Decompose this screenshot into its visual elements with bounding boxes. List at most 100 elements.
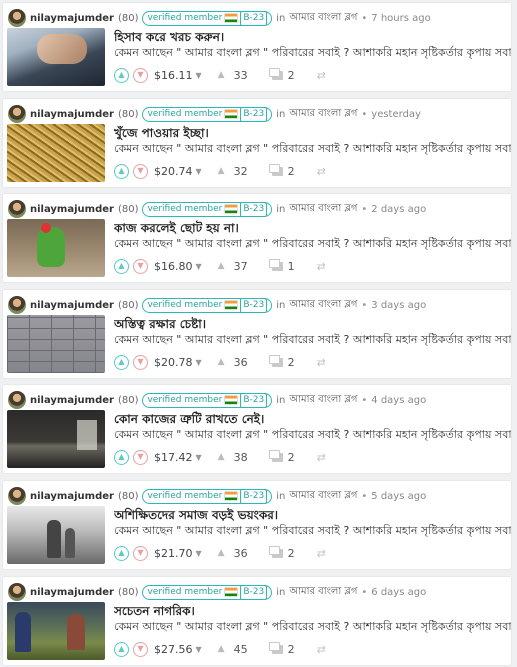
post-time[interactable]: 3 days ago <box>371 300 426 311</box>
post-snippet[interactable]: কেমন আছেন " আমার বাংলা ব্লগ " পরিবারের স… <box>114 426 511 445</box>
community-link[interactable]: আমার বাংলা ব্লগ <box>289 297 357 314</box>
community-link[interactable]: আমার বাংলা ব্লগ <box>289 201 357 218</box>
community-link[interactable]: আমার বাংলা ব্লগ <box>289 10 357 27</box>
payout-value[interactable]: $21.70 <box>154 547 193 560</box>
frog-toy-image[interactable] <box>7 219 105 277</box>
resteem-icon[interactable]: ⇄ <box>317 643 326 656</box>
avatar[interactable] <box>8 105 26 123</box>
chevron-down-icon[interactable]: ▼ <box>196 358 202 367</box>
chevron-down-icon[interactable]: ▼ <box>196 645 202 654</box>
vote-count[interactable]: 32 <box>234 165 248 178</box>
comment-count[interactable]: 2 <box>288 451 295 464</box>
payout-value[interactable]: $20.74 <box>154 165 193 178</box>
voters-chevron-up-icon[interactable]: ▲ <box>218 548 225 558</box>
post-time[interactable]: 4 days ago <box>371 395 426 406</box>
upvote-icon[interactable]: ▲ <box>114 354 129 370</box>
downvote-icon[interactable]: ▼ <box>133 258 148 274</box>
avatar[interactable] <box>8 9 26 27</box>
community-link[interactable]: আমার বাংলা ব্লগ <box>289 584 357 601</box>
post-snippet[interactable]: কেমন আছেন " আমার বাংলা ব্লগ " পরিবারের স… <box>114 331 511 350</box>
post-card[interactable]: nilaymajumder (80) verified member B-23 i… <box>3 481 511 569</box>
post-snippet[interactable]: কেমন আছেন " আমার বাংলা ব্লগ " পরিবারের স… <box>114 140 511 159</box>
resteem-icon[interactable]: ⇄ <box>317 451 326 464</box>
comments-icon[interactable] <box>268 67 283 80</box>
post-time[interactable]: yesterday <box>371 109 421 120</box>
payout-value[interactable]: $16.80 <box>154 260 193 273</box>
post-snippet[interactable]: কেমন আছেন " আমার বাংলা ব্লগ " পরিবারের স… <box>114 618 511 637</box>
author-link[interactable]: nilaymajumder <box>30 300 114 311</box>
vote-count[interactable]: 37 <box>234 260 248 273</box>
downvote-icon[interactable]: ▼ <box>133 545 148 561</box>
upvote-icon[interactable]: ▲ <box>114 545 129 561</box>
stone-wall-image[interactable] <box>7 315 105 373</box>
community-link[interactable]: আমার বাংলা ব্লগ <box>289 488 357 505</box>
comments-icon[interactable] <box>268 641 283 654</box>
post-card[interactable]: nilaymajumder (80) verified member B-23 i… <box>3 3 511 91</box>
vote-count[interactable]: 45 <box>234 643 248 656</box>
upvote-icon[interactable]: ▲ <box>114 67 129 83</box>
payout-value[interactable]: $16.11 <box>154 69 193 82</box>
avatar[interactable] <box>8 487 26 505</box>
laptop-hands-image[interactable] <box>7 28 105 86</box>
vote-count[interactable]: 38 <box>234 451 248 464</box>
avatar[interactable] <box>8 583 26 601</box>
resteem-icon[interactable]: ⇄ <box>317 547 326 560</box>
comments-icon[interactable] <box>268 258 283 271</box>
author-link[interactable]: nilaymajumder <box>30 587 114 598</box>
voters-chevron-up-icon[interactable]: ▲ <box>218 452 225 462</box>
vote-count[interactable]: 33 <box>234 69 248 82</box>
upvote-icon[interactable]: ▲ <box>114 641 129 657</box>
straw-haystack-image[interactable] <box>7 124 105 182</box>
chevron-down-icon[interactable]: ▼ <box>196 71 202 80</box>
upvote-icon[interactable]: ▲ <box>114 449 129 465</box>
comment-count[interactable]: 2 <box>288 165 295 178</box>
dark-room-image[interactable] <box>7 410 105 468</box>
voters-chevron-up-icon[interactable]: ▲ <box>218 357 225 367</box>
upvote-icon[interactable]: ▲ <box>114 163 129 179</box>
author-link[interactable]: nilaymajumder <box>30 13 114 24</box>
post-time[interactable]: 2 days ago <box>371 204 426 215</box>
voters-chevron-up-icon[interactable]: ▲ <box>218 70 225 80</box>
downvote-icon[interactable]: ▼ <box>133 67 148 83</box>
payout-value[interactable]: $17.42 <box>154 451 193 464</box>
chevron-down-icon[interactable]: ▼ <box>196 453 202 462</box>
people-walking-image[interactable] <box>7 506 105 564</box>
downvote-icon[interactable]: ▼ <box>133 449 148 465</box>
resteem-icon[interactable]: ⇄ <box>317 260 326 273</box>
author-link[interactable]: nilaymajumder <box>30 109 114 120</box>
post-snippet[interactable]: কেমন আছেন " আমার বাংলা ব্লগ " পরিবারের স… <box>114 235 511 254</box>
voters-chevron-up-icon[interactable]: ▲ <box>218 261 225 271</box>
post-snippet[interactable]: কেমন আছেন " আমার বাংলা ব্লগ " পরিবারের স… <box>114 522 511 541</box>
chevron-down-icon[interactable]: ▼ <box>196 262 202 271</box>
resteem-icon[interactable]: ⇄ <box>317 69 326 82</box>
community-link[interactable]: আমার বাংলা ব্লগ <box>289 392 357 409</box>
post-snippet[interactable]: কেমন আছেন " আমার বাংলা ব্লগ " পরিবারের স… <box>114 44 511 63</box>
resteem-icon[interactable]: ⇄ <box>317 165 326 178</box>
post-card[interactable]: nilaymajumder (80) verified member B-23 i… <box>3 577 511 665</box>
comments-icon[interactable] <box>268 449 283 462</box>
author-link[interactable]: nilaymajumder <box>30 395 114 406</box>
author-link[interactable]: nilaymajumder <box>30 491 114 502</box>
comments-icon[interactable] <box>268 163 283 176</box>
vote-count[interactable]: 36 <box>234 547 248 560</box>
comment-count[interactable]: 2 <box>288 69 295 82</box>
comment-count[interactable]: 2 <box>288 547 295 560</box>
upvote-icon[interactable]: ▲ <box>114 258 129 274</box>
chevron-down-icon[interactable]: ▼ <box>196 549 202 558</box>
post-time[interactable]: 5 days ago <box>371 491 426 502</box>
voters-chevron-up-icon[interactable]: ▲ <box>218 644 225 654</box>
market-crowd-image[interactable] <box>7 602 105 660</box>
payout-value[interactable]: $27.56 <box>154 643 193 656</box>
post-card[interactable]: nilaymajumder (80) verified member B-23 i… <box>3 194 511 282</box>
post-card[interactable]: nilaymajumder (80) verified member B-23 i… <box>3 385 511 473</box>
post-card[interactable]: nilaymajumder (80) verified member B-23 i… <box>3 290 511 378</box>
vote-count[interactable]: 36 <box>234 356 248 369</box>
comment-count[interactable]: 2 <box>288 356 295 369</box>
payout-value[interactable]: $20.78 <box>154 356 193 369</box>
post-card[interactable]: nilaymajumder (80) verified member B-23 i… <box>3 99 511 187</box>
avatar[interactable] <box>8 391 26 409</box>
comment-count[interactable]: 1 <box>288 260 295 273</box>
comments-icon[interactable] <box>268 354 283 367</box>
comments-icon[interactable] <box>268 545 283 558</box>
community-link[interactable]: আমার বাংলা ব্লগ <box>289 106 357 123</box>
